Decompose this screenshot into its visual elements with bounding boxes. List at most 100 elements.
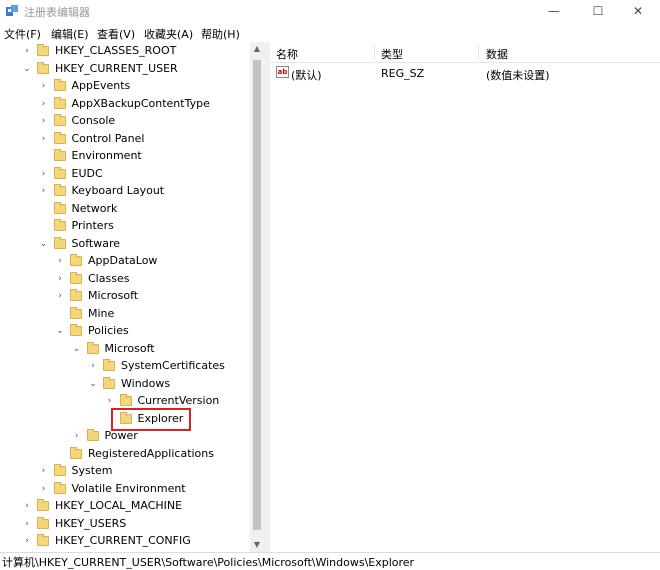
tree-node[interactable]: › AppDataLow [0,253,250,270]
scrollbar-thumb[interactable] [253,60,261,530]
chevron-down-icon[interactable]: ⌄ [55,326,65,336]
folder-icon [86,429,99,441]
value-row[interactable]: ab (默认) REG_SZ (数值未设置) [270,64,660,82]
tree-node[interactable]: › Control Panel [0,131,250,148]
chevron-right-icon[interactable]: › [39,99,49,109]
folder-icon [53,79,66,91]
chevron-right-icon[interactable]: › [22,46,32,56]
tree-node[interactable]: › System [0,463,250,480]
tree-node[interactable]: › Classes [0,271,250,288]
chevron-down-icon[interactable]: ⌄ [72,344,82,354]
tree-node[interactable]: › EUDC [0,166,250,183]
tree-node[interactable]: Mine [0,306,250,323]
scroll-down-icon[interactable]: ▼ [250,538,264,552]
tree-node[interactable]: Environment [0,148,250,165]
tree-node[interactable]: › HKEY_USERS [0,516,250,533]
column-divider[interactable] [478,44,479,60]
chevron-right-icon[interactable]: › [88,361,98,371]
tree-node[interactable]: ⌄ Software [0,236,250,253]
tree-node-label: Volatile Environment [71,481,186,495]
chevron-right-icon[interactable]: › [55,274,65,284]
chevron-down-icon[interactable]: ⌄ [88,379,98,389]
folder-icon [53,114,66,126]
tree-node[interactable]: › Console [0,113,250,130]
folder-icon [70,254,82,266]
tree-node[interactable]: Network [0,201,250,218]
scroll-up-icon[interactable]: ▲ [250,42,264,56]
folder-icon [53,166,66,179]
tree-node[interactable]: ⌄ Microsoft [0,341,250,358]
maximize-button[interactable]: ☐ [578,0,618,22]
chevron-right-icon[interactable]: › [72,431,82,441]
folder-icon [37,44,49,56]
folder-icon [53,236,66,249]
close-button[interactable]: ✕ [618,0,658,22]
tree-node-label: HKEY_USERS [55,516,127,530]
tree-node-label: Microsoft [88,289,139,302]
menu-file[interactable]: 文件(F) [4,26,41,42]
tree-node[interactable]: ⌄ Windows [0,376,250,393]
chevron-down-icon[interactable]: ⌄ [39,239,49,249]
folder-icon [70,289,82,301]
tree-node[interactable]: ⌄ Policies [0,323,250,340]
menu-edit[interactable]: 编辑(E) [51,26,89,42]
value-type: REG_SZ [381,67,425,80]
folder-icon [53,481,66,494]
string-value-icon: ab [276,66,289,78]
column-header-type[interactable]: 类型 [381,46,403,62]
chevron-right-icon[interactable]: › [39,116,49,126]
chevron-down-icon[interactable]: ⌄ [22,64,32,74]
chevron-right-icon[interactable]: › [39,134,49,144]
registry-tree[interactable]: › HKEY_CLASSES_ROOT ⌄ HKEY_CURRENT_USER › App… [0,42,250,552]
values-list[interactable]: 名称 类型 数据 ab (默认) REG_SZ (数值未设置) [270,42,660,552]
folder-icon [53,131,66,144]
tree-node-label: AppXBackupContentType [71,96,210,110]
chevron-right-icon[interactable]: › [39,466,49,476]
tree-node[interactable]: › Microsoft [0,288,250,305]
tree-node[interactable]: ⌄ HKEY_CURRENT_USER [0,61,250,78]
tree-node-label: System [71,464,113,477]
tree-node[interactable]: › AppXBackupContentType [0,96,250,113]
chevron-right-icon[interactable]: › [22,519,32,529]
column-divider[interactable] [374,44,375,60]
tree-node[interactable]: › Volatile Environment [0,481,250,498]
folder-icon [37,516,49,529]
menu-favorites[interactable]: 收藏夹(A) [144,26,193,42]
tree-scrollbar[interactable]: ▲ ▼ [250,42,264,552]
tree-node-label: HKEY_CLASSES_ROOT [55,44,177,57]
tree-node-label: Mine [88,306,115,320]
chevron-right-icon[interactable]: › [39,186,49,196]
tree-node[interactable]: › SystemCertificates [0,358,250,375]
tree-node-label: HKEY_CURRENT_CONFIG [55,534,191,547]
column-header-name[interactable]: 名称 [276,46,298,62]
folder-icon [53,464,66,476]
tree-node-label: HKEY_CURRENT_USER [55,61,178,75]
tree-node[interactable]: Printers [0,218,250,235]
status-bar: 计算机\HKEY_CURRENT_USER\Software\Policies\… [0,552,660,569]
tree-node-label: Console [71,114,116,127]
chevron-right-icon[interactable]: › [55,256,65,266]
tree-node[interactable]: › HKEY_LOCAL_MACHINE [0,498,250,515]
chevron-right-icon[interactable]: › [39,484,49,494]
chevron-right-icon[interactable]: › [39,169,49,179]
tree-node-label: Software [71,236,121,250]
column-header-data[interactable]: 数据 [486,46,508,62]
tree-node-label: Keyboard Layout [71,184,165,197]
tree-node[interactable]: › AppEvents [0,78,250,95]
folder-icon [119,394,132,406]
tree-node[interactable]: › HKEY_CURRENT_CONFIG [0,533,250,550]
chevron-right-icon[interactable]: › [55,291,65,301]
regedit-app-icon [6,5,18,16]
chevron-right-icon[interactable]: › [39,81,49,91]
tree-node[interactable]: › HKEY_CLASSES_ROOT [0,43,250,60]
chevron-right-icon[interactable]: › [22,536,32,546]
tree-node-label: Network [71,201,118,215]
tree-node[interactable]: › Keyboard Layout [0,183,250,200]
chevron-right-icon[interactable]: › [105,396,115,406]
menu-help[interactable]: 帮助(H) [201,26,240,42]
tree-node[interactable]: RegisteredApplications [0,446,250,463]
minimize-button[interactable]: — [534,0,574,22]
chevron-right-icon[interactable]: › [22,501,32,511]
folder-icon [53,96,66,109]
menu-view[interactable]: 查看(V) [97,26,135,42]
